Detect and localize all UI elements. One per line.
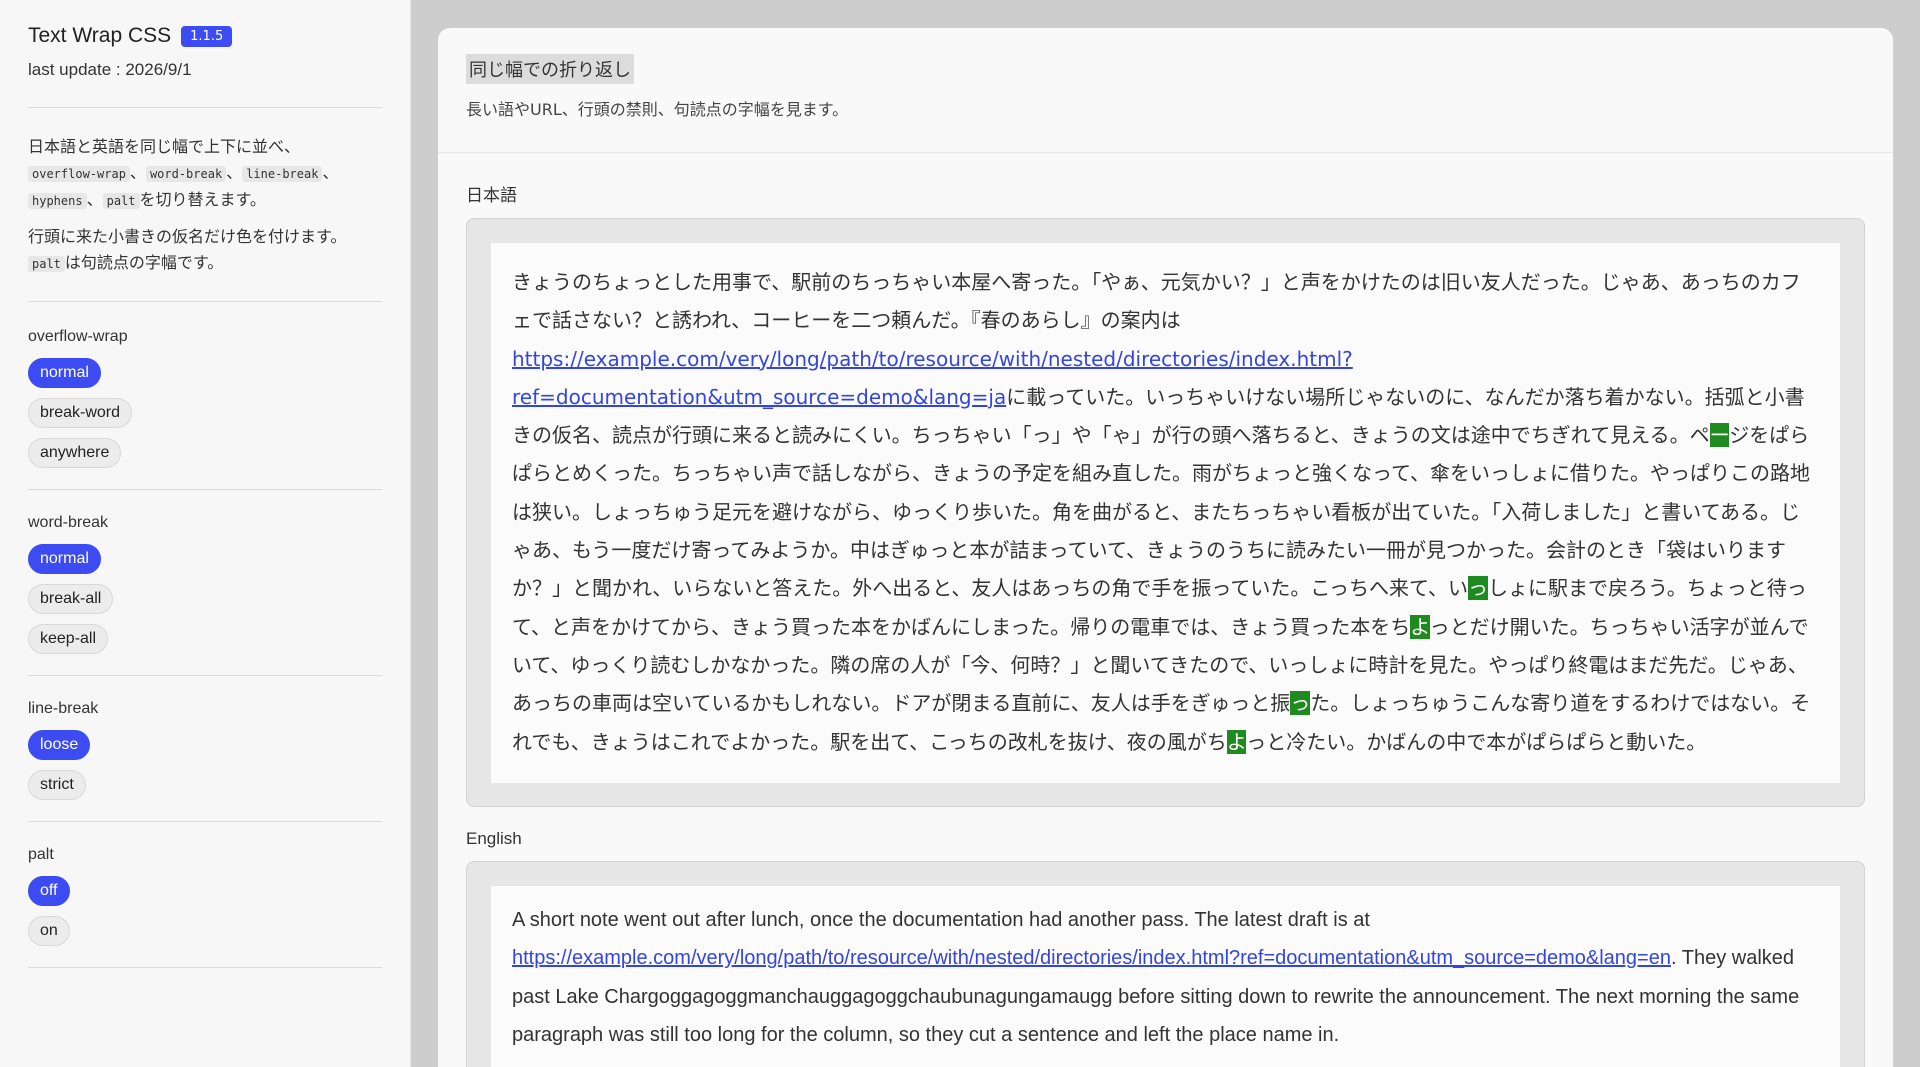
- description-line-2: 行頭に来た小書きの仮名だけ色を付けます。 palt は句読点の字幅です。: [28, 224, 382, 277]
- highlighted-kana: よ: [1410, 614, 1430, 639]
- ja-text: きょうのちょっとした用事で、駅前のちっちゃい本屋へ寄った。「やぁ、元気かい？」と…: [512, 270, 1801, 333]
- section-subtitle: 長い語やURL、行頭の禁則、句読点の字幅を見ます。: [466, 100, 849, 119]
- description-line-1: 日本語と英語を同じ幅で上下に並べ、 overflow-wrap、 word-brea…: [28, 134, 382, 214]
- group-label: overflow-wrap: [28, 328, 128, 345]
- ja-url-link-cont[interactable]: ref=documentation&utm_source=demo&lang=j…: [512, 385, 1006, 409]
- code-line-break: line-break: [242, 166, 323, 182]
- last-update: last update : 2026/9/1: [28, 60, 192, 79]
- option-group-palt: palt off on: [28, 846, 382, 946]
- ja-url-part-2: ref=documentation&utm_source=demo&lang=j…: [512, 384, 1007, 409]
- desc-text: を切り替えます。: [139, 190, 266, 209]
- option-word-break-break-all[interactable]: break-all: [28, 584, 114, 614]
- code-palt: palt: [102, 193, 140, 209]
- english-frame: A short note went out after lunch, once …: [466, 860, 1865, 1067]
- option-overflow-wrap-break-word[interactable]: break-word: [28, 398, 133, 428]
- code-hyphens: hyphens: [28, 193, 87, 209]
- option-line-break-loose[interactable]: loose: [28, 730, 91, 760]
- option-overflow-wrap-normal[interactable]: normal: [28, 358, 101, 388]
- separator: 、: [226, 163, 243, 182]
- section-header: 同じ幅での折り返し 長い語やURL、行頭の禁則、句読点の字幅を見ます。: [438, 28, 1893, 153]
- version-badge: 1.1.5: [181, 25, 233, 47]
- ja-text: ジをぱらぱらとめくった。ちっちゃい声で話しながら、きょうの予定を組み直した。雨が…: [512, 423, 1810, 601]
- ja-text: っと冷たい。かばんの中で本がぱらぱらと動いた。: [1246, 729, 1707, 754]
- divider: [28, 107, 382, 108]
- highlighted-kana: ー: [1709, 423, 1730, 448]
- main-panel: 同じ幅での折り返し 長い語やURL、行頭の禁則、句読点の字幅を見ます。 日本語 …: [438, 28, 1893, 1067]
- code-word-break: word-break: [145, 166, 227, 182]
- ja-url-part-1: https://example.com/very/long/path/to/re…: [512, 346, 1353, 371]
- desc-text: 日本語と英語を同じ幅で上下に並べ、: [28, 137, 301, 156]
- english-label: English: [466, 828, 522, 848]
- separator: 、: [322, 163, 339, 182]
- description: 日本語と英語を同じ幅で上下に並べ、 overflow-wrap、 word-brea…: [28, 134, 382, 277]
- sidebar: Text Wrap CSS 1.1.5 last update : 2026/9…: [0, 0, 411, 1067]
- divider: [28, 301, 382, 302]
- option-word-break-keep-all[interactable]: keep-all: [28, 624, 109, 654]
- group-label: line-break: [28, 700, 99, 717]
- en-text: A short note went out after lunch, once …: [512, 908, 1370, 931]
- highlighted-kana: っ: [1468, 576, 1488, 601]
- option-palt-on[interactable]: on: [28, 916, 70, 946]
- ja-url-link[interactable]: https://example.com/very/long/path/to/re…: [512, 340, 1819, 378]
- option-palt-off[interactable]: off: [28, 876, 70, 906]
- divider: [28, 675, 382, 676]
- option-group-line-break: line-break loose strict: [28, 700, 382, 800]
- group-label: palt: [28, 846, 54, 863]
- group-label: word-break: [28, 514, 109, 531]
- option-word-break-normal[interactable]: normal: [28, 544, 101, 574]
- app-title-row: Text Wrap CSS 1.1.5: [28, 24, 382, 48]
- option-group-overflow-wrap: overflow-wrap normal break-word anywhere: [28, 328, 382, 468]
- app-title: Text Wrap CSS: [28, 24, 172, 47]
- divider: [28, 967, 382, 968]
- japanese-label: 日本語: [466, 186, 517, 205]
- divider: [28, 489, 382, 490]
- preview-area: 日本語 きょうのちょっとした用事で、駅前のちっちゃい本屋へ寄った。「やぁ、元気か…: [438, 153, 1893, 1067]
- option-line-break-strict[interactable]: strict: [28, 770, 86, 800]
- english-text-block: A short note went out after lunch, once …: [491, 885, 1840, 1067]
- section-title: 同じ幅での折り返し: [466, 54, 634, 84]
- divider: [28, 821, 382, 822]
- en-url-link[interactable]: https://example.com/very/long/path/to/re…: [512, 947, 1671, 969]
- highlighted-kana: よ: [1226, 729, 1247, 754]
- separator: 、: [129, 163, 146, 182]
- desc-text: 行頭に来た小書きの仮名だけ色を付けます。: [28, 227, 347, 246]
- separator: 、: [86, 190, 103, 209]
- english-section: English A short note went out after lunc…: [466, 829, 1865, 1067]
- highlighted-kana: っ: [1290, 691, 1311, 716]
- code-overflow-wrap: overflow-wrap: [28, 166, 130, 182]
- desc-text: は句読点の字幅です。: [64, 253, 224, 272]
- option-overflow-wrap-anywhere[interactable]: anywhere: [28, 438, 122, 468]
- japanese-frame: きょうのちょっとした用事で、駅前のちっちゃい本屋へ寄った。「やぁ、元気かい？」と…: [466, 218, 1865, 807]
- code-palt: palt: [28, 256, 65, 272]
- option-group-word-break: word-break normal break-all keep-all: [28, 514, 382, 654]
- japanese-text-block: きょうのちょっとした用事で、駅前のちっちゃい本屋へ寄った。「やぁ、元気かい？」と…: [491, 243, 1840, 783]
